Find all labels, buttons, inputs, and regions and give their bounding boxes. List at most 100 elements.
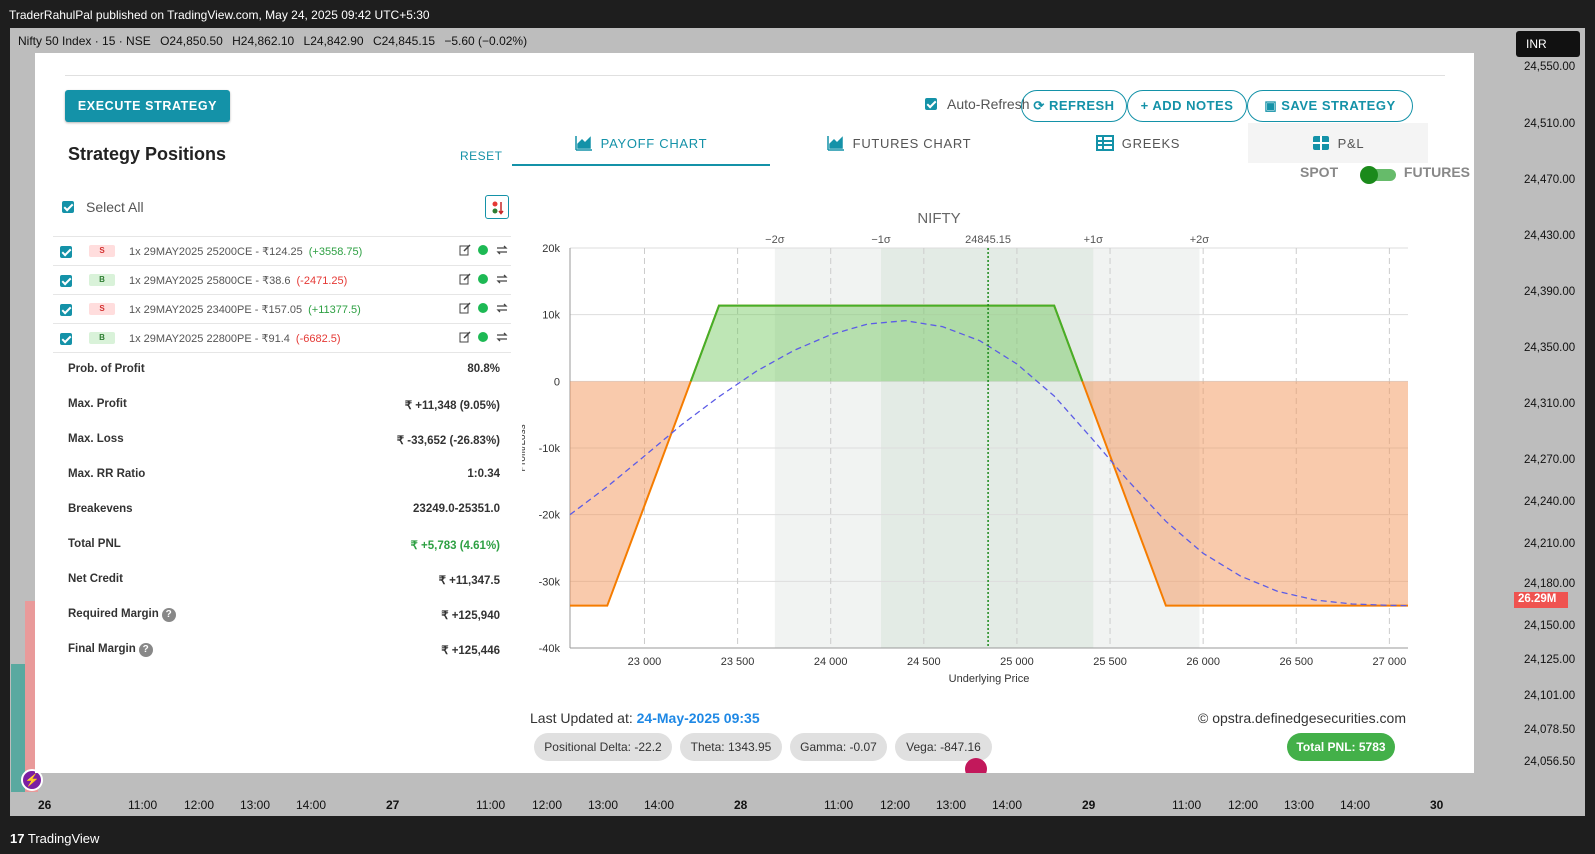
last-updated-label: Last Updated at:	[530, 710, 633, 726]
position-row[interactable]: B 1x 29MAY2025 22800PE - ₹91.4 (-6682.5)	[53, 323, 511, 352]
tab-payoff-chart[interactable]: PAYOFF CHART	[512, 133, 770, 166]
position-checkbox[interactable]	[60, 333, 72, 345]
edit-icon[interactable]	[459, 273, 471, 285]
stat-label: Breakevens	[68, 503, 133, 515]
stat-row: Breakevens 23249.0-25351.0	[68, 503, 500, 515]
y-tick-label: -30k	[539, 576, 561, 588]
price-tick: 24,310.00	[1524, 398, 1576, 410]
price-tick: 24,550.00	[1524, 61, 1576, 73]
tab-label: P&L	[1337, 136, 1365, 151]
gamma-pill: Gamma: -0.07	[790, 733, 887, 761]
swap-icon[interactable]	[495, 244, 509, 256]
symbol-name: Nifty 50 Index · 15 · NSE	[18, 34, 151, 48]
position-text: 1x 29MAY2025 25800CE - ₹38.6	[129, 275, 291, 287]
help-icon[interactable]: ?	[138, 643, 153, 657]
spot-label: SPOT	[1300, 164, 1339, 180]
refresh-button[interactable]: ⟳ REFRESH	[1021, 90, 1127, 122]
help-icon[interactable]: ?	[161, 608, 176, 622]
auto-refresh-checkbox[interactable]	[925, 98, 937, 110]
x-tick-label: 23 500	[721, 656, 755, 668]
strategy-positions-title: Strategy Positions	[68, 144, 227, 164]
time-tick: 13:00	[240, 798, 271, 812]
chat-bubble-icon[interactable]	[965, 758, 987, 773]
strategy-panel: EXECUTE STRATEGY Auto-Refresh ⟳ REFRESH …	[35, 53, 1474, 773]
x-tick-label: 24 000	[814, 656, 848, 668]
price-scale[interactable]: 24,550.00 24,510.00 24,470.00 24,430.00 24,3…	[1500, 28, 1585, 788]
refresh-label: REFRESH	[1048, 98, 1115, 113]
save-strategy-label: SAVE STRATEGY	[1281, 98, 1396, 113]
x-tick-label: 25 500	[1093, 656, 1127, 668]
reset-button[interactable]: RESET	[460, 149, 503, 163]
tab-pnl[interactable]: P&L	[1248, 123, 1428, 163]
position-row[interactable]: B 1x 29MAY2025 25800CE - ₹38.6 (-2471.25)	[53, 265, 511, 294]
payoff-chart[interactable]: 20k 10k 0 -10k -20k -30k -40k 23 000 23 500 24 00…	[517, 193, 1462, 703]
position-actions	[459, 244, 509, 256]
edit-icon[interactable]	[459, 302, 471, 314]
side-badge: B	[89, 332, 115, 344]
time-tick: 28	[734, 798, 748, 812]
time-tick: 12:00	[1228, 798, 1259, 812]
time-tick: 13:00	[936, 798, 967, 812]
add-notes-button[interactable]: + ADD NOTES	[1127, 90, 1247, 122]
stat-row: Max. RR Ratio 1:0.34	[68, 468, 500, 480]
position-row[interactable]: S 1x 29MAY2025 23400PE - ₹157.05 (+11377.5…	[53, 294, 511, 323]
copyright: © opstra.definedgesecurities.com	[1198, 710, 1406, 726]
x-tick-label: 23 000	[628, 656, 662, 668]
swap-icon[interactable]	[495, 331, 509, 343]
tradingview-logo-icon: 17	[10, 831, 25, 846]
price-tick: 24,430.00	[1524, 230, 1576, 242]
position-pnl: (-6682.5)	[295, 333, 341, 345]
sigma-label: −1σ	[871, 234, 891, 246]
price-tick: 24,510.00	[1524, 118, 1576, 130]
time-tick: 11:00	[476, 798, 506, 812]
sort-icon	[492, 201, 504, 215]
time-tick: 26	[38, 798, 52, 812]
save-strategy-button[interactable]: ▣ SAVE STRATEGY	[1247, 90, 1413, 122]
x-tick-label: 26 500	[1279, 656, 1313, 668]
high-value: H24,862.10	[232, 34, 295, 48]
status-dot-icon[interactable]	[478, 303, 488, 313]
spot-futures-toggle[interactable]	[1360, 166, 1396, 184]
edit-icon[interactable]	[459, 331, 471, 343]
status-dot-icon[interactable]	[478, 245, 488, 255]
time-axis[interactable]: 26 11:00 12:00 13:00 14:00 27 11:00 12:00 13:00 1…	[10, 793, 1500, 815]
select-all-checkbox[interactable]	[62, 201, 74, 213]
position-desc: 1x 29MAY2025 25800CE - ₹38.6 (-2471.25)	[129, 274, 347, 287]
save-icon: ▣	[1264, 98, 1278, 113]
price-tick: 24,180.00	[1524, 578, 1576, 590]
edit-icon[interactable]	[459, 244, 471, 256]
price-tick: 24,056.50	[1524, 756, 1576, 768]
position-checkbox[interactable]	[60, 275, 72, 287]
table-icon	[1095, 135, 1114, 151]
tab-futures-chart[interactable]: FUTURES CHART	[770, 133, 1028, 166]
position-pnl: (-2471.25)	[296, 275, 348, 287]
time-tick: 13:00	[1284, 798, 1315, 812]
status-dot-icon[interactable]	[478, 332, 488, 342]
position-row[interactable]: S 1x 29MAY2025 25200CE - ₹124.25 (+3558.75…	[53, 236, 511, 265]
tab-greeks[interactable]: GREEKS	[1028, 133, 1248, 166]
time-tick: 14:00	[644, 798, 675, 812]
stat-label: Total PNL	[68, 538, 121, 550]
auto-refresh[interactable]: Auto-Refresh	[925, 96, 1029, 112]
position-actions	[459, 331, 509, 343]
side-badge: S	[89, 303, 115, 315]
status-dot-icon[interactable]	[478, 274, 488, 284]
price-tick: 24,150.00	[1524, 620, 1576, 632]
refresh-icon: ⟳	[1033, 98, 1045, 113]
payoff-chart-svg[interactable]: 20k 10k 0 -10k -20k -30k -40k 23 000 23 500 24 00…	[517, 193, 1462, 703]
position-checkbox[interactable]	[60, 304, 72, 316]
stat-row: Total PNL ₹ +5,783 (4.61%)	[68, 538, 500, 552]
swap-icon[interactable]	[495, 273, 509, 285]
position-pnl: (+3558.75)	[308, 246, 363, 258]
swap-icon[interactable]	[495, 302, 509, 314]
futures-label: FUTURES	[1403, 164, 1471, 180]
y-tick-label: -10k	[539, 443, 561, 455]
position-desc: 1x 29MAY2025 22800PE - ₹91.4 (-6682.5)	[129, 332, 341, 345]
stat-label: Prob. of Profit	[68, 363, 145, 375]
position-checkbox[interactable]	[60, 246, 72, 258]
execute-strategy-button[interactable]: EXECUTE STRATEGY	[65, 90, 230, 122]
stat-row: Max. Loss ₹ -33,652 (-26.83%)	[68, 433, 500, 447]
select-all[interactable]: Select All	[62, 199, 144, 215]
sort-positions-button[interactable]	[485, 195, 509, 219]
stat-row: Required Margin? ₹ +125,940	[68, 608, 500, 622]
